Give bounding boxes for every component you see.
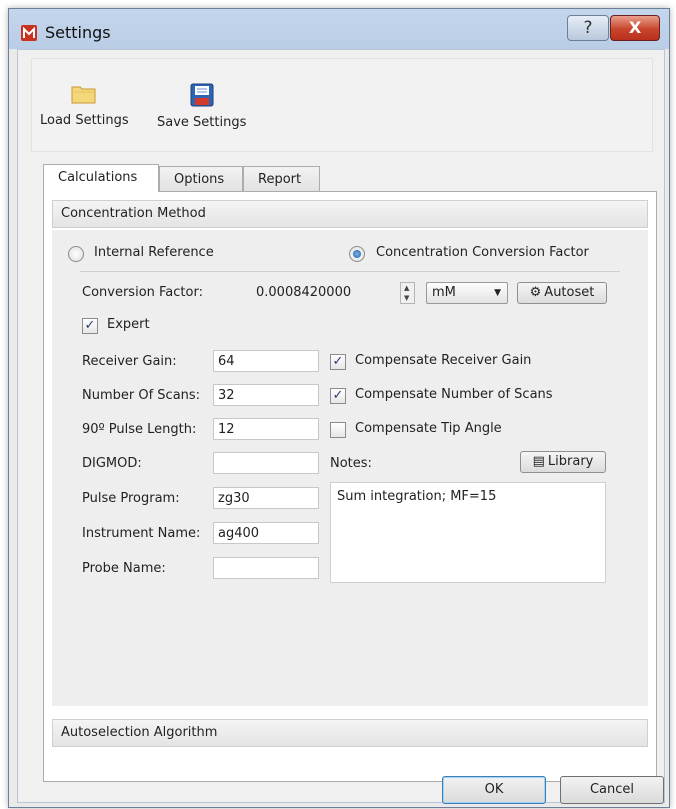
app-logo-icon: [21, 25, 37, 41]
settings-window: Settings ? X Load Settings Save Settings…: [8, 8, 670, 808]
autoselection-algorithm-header[interactable]: Autoselection Algorithm: [52, 719, 648, 747]
calculations-panel: Concentration Method Internal Reference …: [43, 191, 657, 782]
conversion-factor-radio-label[interactable]: Concentration Conversion Factor: [376, 245, 589, 260]
autoset-label: Autoset: [544, 285, 595, 300]
instrument-name-label: Instrument Name:: [82, 526, 201, 541]
ok-button[interactable]: OK: [442, 776, 546, 804]
save-settings-label: Save Settings: [157, 115, 247, 130]
digmod-input[interactable]: [213, 452, 319, 474]
receiver-gain-input[interactable]: 64: [213, 350, 319, 372]
autoset-button[interactable]: ⚙ Autoset: [517, 282, 607, 304]
internal-reference-label[interactable]: Internal Reference: [94, 245, 214, 260]
concentration-method-body: Internal Reference Concentration Convers…: [52, 230, 648, 706]
number-of-scans-input[interactable]: 32: [213, 384, 319, 406]
receiver-gain-label: Receiver Gain:: [82, 354, 177, 369]
library-button[interactable]: ▤ Library: [520, 451, 606, 473]
conversion-factor-input[interactable]: 0.0008420000: [252, 282, 400, 304]
probe-name-label: Probe Name:: [82, 561, 166, 576]
autoset-icon: ⚙: [529, 285, 542, 300]
cancel-button[interactable]: Cancel: [560, 776, 664, 804]
load-settings-button[interactable]: Load Settings: [40, 83, 129, 128]
divider: [80, 271, 620, 272]
window-title: Settings: [45, 23, 111, 42]
internal-reference-radio[interactable]: [68, 246, 84, 262]
number-of-scans-label: Number Of Scans:: [82, 388, 201, 403]
notes-textarea[interactable]: Sum integration; MF=15: [330, 482, 606, 583]
save-settings-button[interactable]: Save Settings: [157, 83, 246, 130]
close-button[interactable]: X: [610, 15, 660, 41]
instrument-name-input[interactable]: ag400: [213, 522, 319, 544]
chevron-down-icon: ▼: [494, 288, 501, 298]
pulse-length-label: 90º Pulse Length:: [82, 422, 197, 437]
load-settings-label: Load Settings: [40, 113, 129, 128]
tab-report[interactable]: Report: [243, 166, 320, 192]
expert-label[interactable]: Expert: [107, 317, 150, 332]
conversion-factor-radio[interactable]: [349, 246, 365, 262]
compensate-tip-angle-label[interactable]: Compensate Tip Angle: [355, 421, 502, 436]
help-button[interactable]: ?: [567, 15, 609, 41]
floppy-disk-icon: [190, 83, 214, 107]
dialog-client: Load Settings Save Settings Calculations…: [17, 49, 665, 804]
probe-name-input[interactable]: [213, 557, 319, 579]
folder-icon: [71, 86, 96, 104]
unit-combo[interactable]: mM ▼: [426, 282, 508, 304]
tab-options[interactable]: Options: [159, 166, 243, 192]
compensate-tip-angle-checkbox[interactable]: [330, 422, 346, 438]
compensate-receiver-gain-checkbox[interactable]: ✓: [330, 354, 346, 370]
concentration-method-header[interactable]: Concentration Method: [52, 200, 648, 228]
library-books-icon: ▤: [532, 454, 545, 469]
compensate-receiver-gain-label[interactable]: Compensate Receiver Gain: [355, 353, 531, 368]
conversion-factor-spinner[interactable]: ▲ ▼: [400, 282, 415, 304]
pulse-program-label: Pulse Program:: [82, 491, 180, 506]
compensate-scans-label[interactable]: Compensate Number of Scans: [355, 387, 553, 402]
library-label: Library: [547, 454, 594, 469]
pulse-length-input[interactable]: 12: [213, 418, 319, 440]
compensate-scans-checkbox[interactable]: ✓: [330, 388, 346, 404]
unit-value: mM: [432, 285, 456, 300]
notes-label: Notes:: [330, 456, 372, 471]
digmod-label: DIGMOD:: [82, 456, 142, 471]
tab-calculations[interactable]: Calculations: [43, 164, 159, 192]
toolbar: Load Settings Save Settings: [31, 58, 653, 152]
pulse-program-input[interactable]: zg30: [213, 487, 319, 509]
conversion-factor-label: Conversion Factor:: [82, 285, 203, 300]
expert-checkbox[interactable]: ✓: [82, 318, 98, 334]
title-bar[interactable]: Settings ? X: [9, 9, 669, 49]
